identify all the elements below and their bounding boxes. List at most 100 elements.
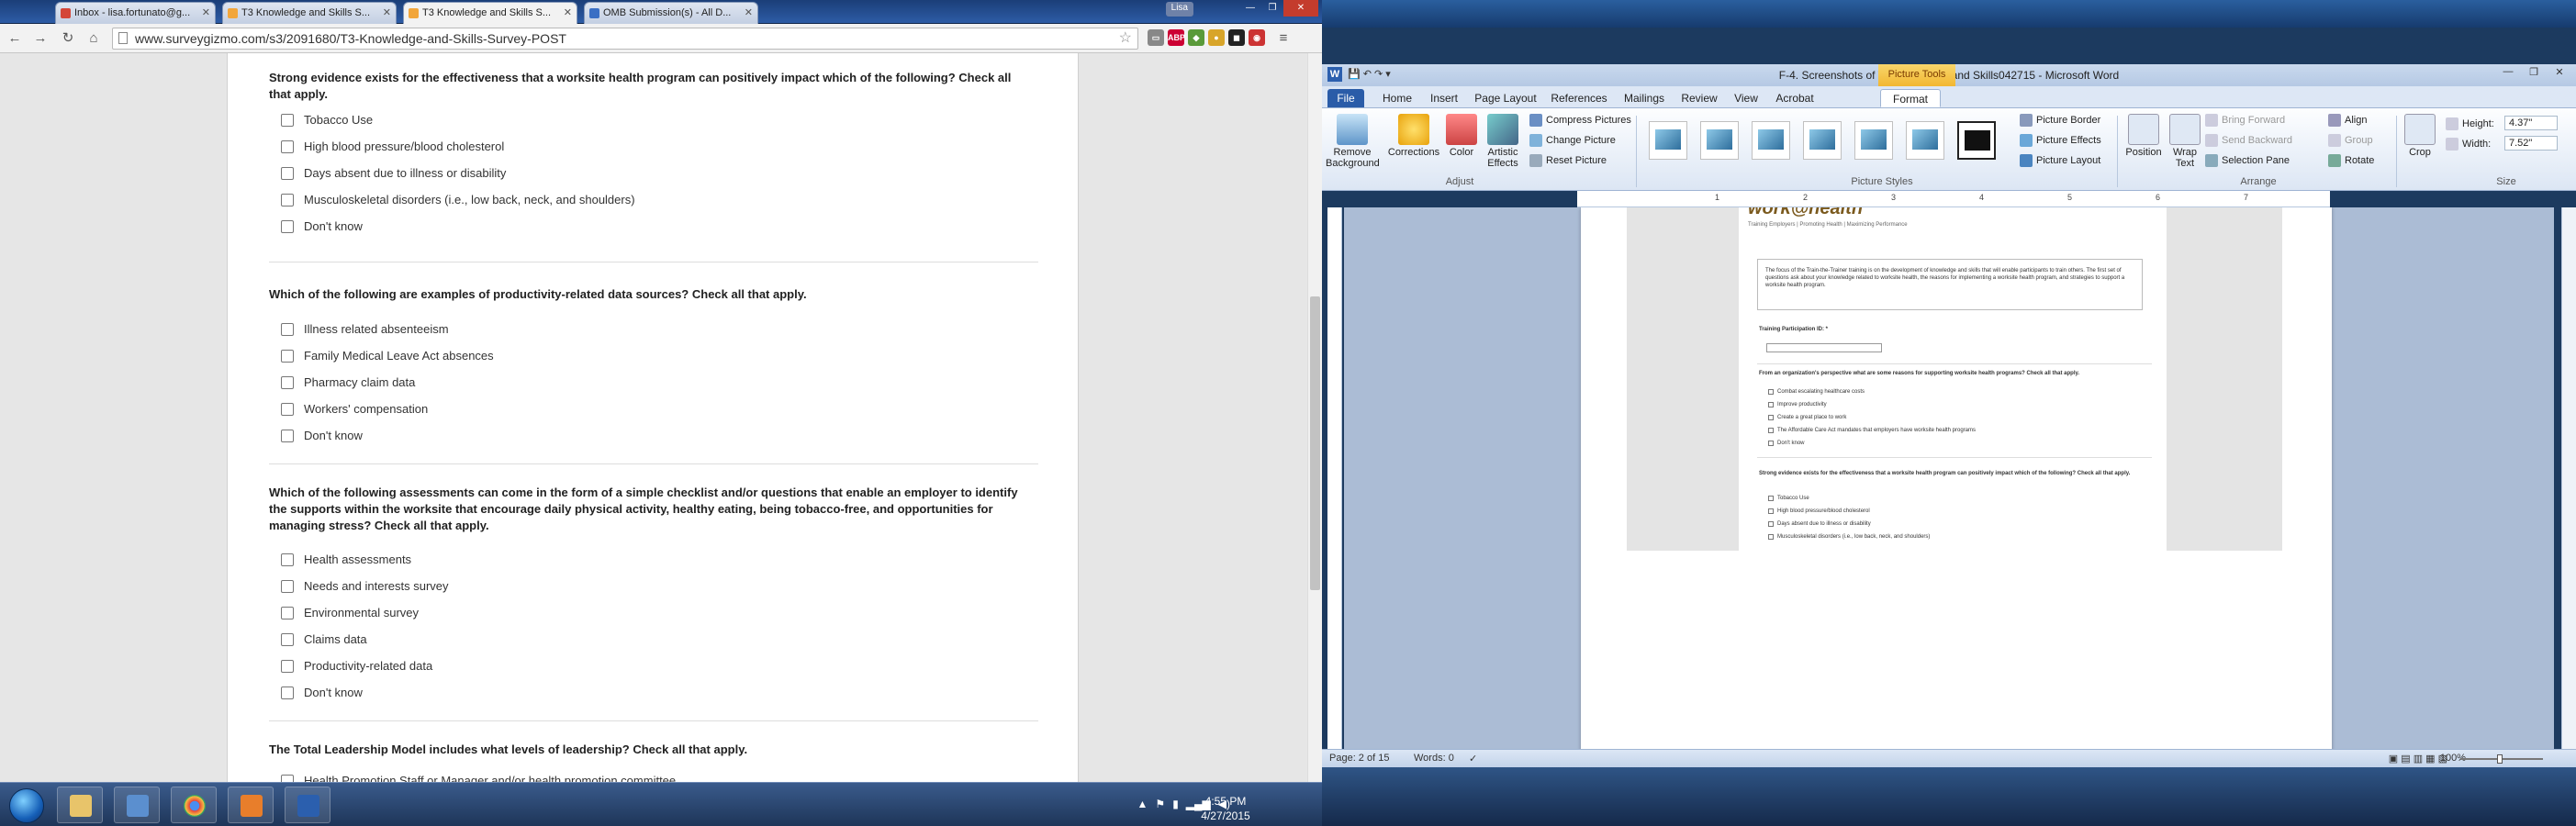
adblock-icon[interactable]: ABP xyxy=(1168,29,1185,46)
option-row[interactable]: Don't know xyxy=(269,220,1036,247)
option-row[interactable]: Pharmacy claim data xyxy=(269,376,1036,403)
zoom-slider[interactable] xyxy=(2460,754,2543,764)
tab-acrobat[interactable]: Acrobat xyxy=(1770,89,1820,107)
scrollbar-thumb[interactable] xyxy=(1310,296,1320,590)
bookmark-star-icon[interactable]: ☆ xyxy=(1119,28,1132,49)
picture-border-button[interactable]: Picture Border xyxy=(2020,112,2100,128)
option-row[interactable]: Claims data xyxy=(269,633,1036,660)
wrap-text-button[interactable]: Wrap Text xyxy=(2167,114,2203,169)
picture-style[interactable] xyxy=(1752,121,1790,160)
rotate-button[interactable]: Rotate xyxy=(2328,152,2374,169)
back-icon[interactable]: ← xyxy=(6,29,24,48)
extension-icon[interactable]: ◆ xyxy=(1188,29,1204,46)
page-scrollbar[interactable] xyxy=(1307,53,1322,782)
selection-pane-button[interactable]: Selection Pane xyxy=(2205,152,2290,169)
picture-style[interactable] xyxy=(1649,121,1687,160)
minimize-icon[interactable]: — xyxy=(2495,66,2521,83)
network-icon[interactable]: ▮ xyxy=(1172,798,1179,810)
home-icon[interactable]: ⌂ xyxy=(84,29,103,48)
taskbar-app[interactable] xyxy=(114,787,160,823)
tab-inbox[interactable]: Inbox - lisa.fortunato@g... ✕ xyxy=(55,2,216,24)
zoom-slider-thumb[interactable] xyxy=(2497,754,2503,764)
change-picture-button[interactable]: Change Picture xyxy=(1529,132,1616,149)
picture-style[interactable] xyxy=(1957,121,1996,160)
taskbar-word[interactable] xyxy=(285,787,330,823)
page-count[interactable]: Page: 2 of 15 xyxy=(1329,753,1389,764)
crop-button[interactable]: Crop xyxy=(2402,114,2438,158)
remove-background-button[interactable]: Remove Background xyxy=(1326,114,1380,169)
tab-references[interactable]: References xyxy=(1546,89,1612,107)
height-input[interactable]: 4.37" xyxy=(2504,116,2558,130)
picture-effects-button[interactable]: Picture Effects xyxy=(2020,132,2101,149)
picture-layout-button[interactable]: Picture Layout xyxy=(2020,152,2100,169)
menu-icon[interactable]: ≡ xyxy=(1274,29,1293,48)
checkbox[interactable] xyxy=(281,580,294,593)
tab-file[interactable]: File xyxy=(1327,89,1364,107)
option-row[interactable]: Don't know xyxy=(269,430,1036,456)
option-row[interactable]: Don't know xyxy=(269,686,1036,713)
option-row[interactable]: Environmental survey xyxy=(269,607,1036,633)
corrections-button[interactable]: Corrections xyxy=(1386,114,1441,158)
checkbox[interactable] xyxy=(281,633,294,646)
option-row[interactable]: Productivity-related data xyxy=(269,660,1036,686)
checkbox[interactable] xyxy=(281,430,294,442)
picture-style[interactable] xyxy=(1854,121,1893,160)
checkbox[interactable] xyxy=(281,403,294,416)
reload-icon[interactable]: ↻ xyxy=(59,29,77,48)
option-row[interactable]: Workers' compensation xyxy=(269,403,1036,430)
option-row[interactable]: Illness related absenteeism xyxy=(269,323,1036,350)
user-badge[interactable]: Lisa xyxy=(1165,2,1193,17)
align-button[interactable]: Align xyxy=(2328,112,2367,128)
checkbox[interactable] xyxy=(281,775,294,782)
bring-forward-button[interactable]: Bring Forward xyxy=(2205,112,2285,128)
checkbox[interactable] xyxy=(281,660,294,673)
color-button[interactable]: Color xyxy=(1443,114,1480,158)
option-row[interactable]: Needs and interests survey xyxy=(269,580,1036,607)
close-icon[interactable]: ✕ xyxy=(564,3,572,23)
cast-icon[interactable]: ▭ xyxy=(1148,29,1164,46)
extension-icon[interactable]: ◼ xyxy=(1228,29,1245,46)
option-row[interactable]: Days absent due to illness or disability xyxy=(269,167,1036,194)
checkbox[interactable] xyxy=(281,140,294,153)
maximize-icon[interactable]: ❐ xyxy=(1261,0,1283,17)
restore-icon[interactable]: ❐ xyxy=(2521,66,2547,83)
proofing-icon[interactable]: ✓ xyxy=(1469,753,1477,765)
checkbox[interactable] xyxy=(281,376,294,389)
compress-pictures-button[interactable]: Compress Pictures xyxy=(1529,112,1631,128)
checkbox[interactable] xyxy=(281,323,294,336)
checkbox[interactable] xyxy=(281,686,294,699)
picture-style[interactable] xyxy=(1906,121,1944,160)
tab-review[interactable]: Review xyxy=(1676,89,1722,107)
word-count[interactable]: Words: 0 xyxy=(1414,753,1454,764)
checkbox[interactable] xyxy=(281,114,294,127)
chevron-up-icon[interactable]: ▲ xyxy=(1137,798,1148,810)
option-row[interactable]: Tobacco Use xyxy=(269,114,1036,140)
tab-page-layout[interactable]: Page Layout xyxy=(1471,89,1540,107)
send-backward-button[interactable]: Send Backward xyxy=(2205,132,2292,149)
embedded-screenshot[interactable]: work@health Training Employers | Promoti… xyxy=(1627,207,2282,551)
checkbox[interactable] xyxy=(281,194,294,206)
close-icon[interactable]: ✕ xyxy=(2547,66,2572,83)
taskbar-app[interactable] xyxy=(228,787,274,823)
close-icon[interactable]: ✕ xyxy=(202,3,210,23)
option-row[interactable]: Musculoskeletal disorders (i.e., low bac… xyxy=(269,194,1036,220)
minimize-icon[interactable]: — xyxy=(1239,0,1261,17)
tab-omb[interactable]: OMB Submission(s) - All D... ✕ xyxy=(584,2,758,24)
reset-picture-button[interactable]: Reset Picture xyxy=(1529,152,1607,169)
tab-survey-active[interactable]: T3 Knowledge and Skills S... ✕ xyxy=(403,2,577,24)
document-scrollbar[interactable] xyxy=(2561,207,2576,749)
checkbox[interactable] xyxy=(281,220,294,233)
tab-home[interactable]: Home xyxy=(1377,89,1417,107)
tab-format[interactable]: Format xyxy=(1880,89,1941,107)
extension-icon[interactable]: ◉ xyxy=(1249,29,1265,46)
flag-icon[interactable]: ⚑ xyxy=(1155,798,1165,810)
tab-survey-1[interactable]: T3 Knowledge and Skills S... ✕ xyxy=(222,2,397,24)
tab-insert[interactable]: Insert xyxy=(1423,89,1465,107)
start-button[interactable] xyxy=(9,788,44,823)
picture-style[interactable] xyxy=(1803,121,1842,160)
position-button[interactable]: Position xyxy=(2122,114,2165,158)
option-row[interactable]: High blood pressure/blood cholesterol xyxy=(269,140,1036,167)
width-input[interactable]: 7.52" xyxy=(2504,136,2558,151)
taskbar-chrome[interactable] xyxy=(171,787,217,823)
address-bar[interactable]: www.surveygizmo.com/s3/2091680/T3-Knowle… xyxy=(112,28,1138,50)
